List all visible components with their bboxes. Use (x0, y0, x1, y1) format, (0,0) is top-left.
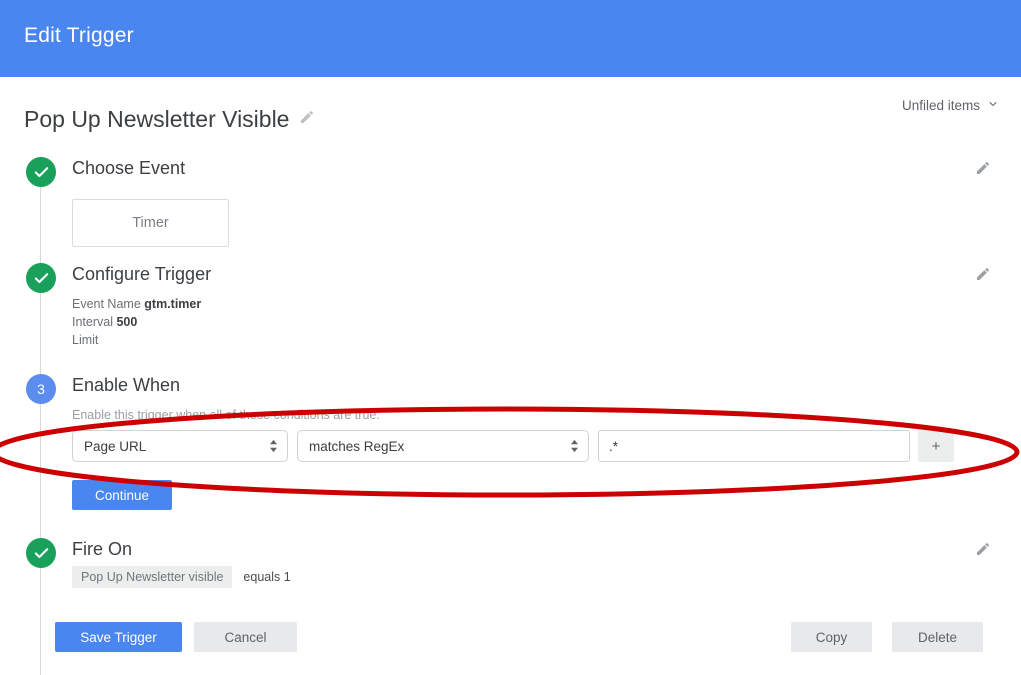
detail-value: gtm.timer (144, 297, 202, 311)
step-number-badge: 3 (26, 374, 56, 404)
step-configure-trigger-body: Event Name gtm.timer Interval 500 Limit (72, 295, 201, 349)
condition-operator-value: matches RegEx (309, 438, 405, 454)
step-choose-event-body: Timer (72, 199, 229, 247)
detail-row-event-name: Event Name gtm.timer (72, 295, 201, 313)
chevron-down-icon (987, 98, 999, 113)
step-enable-when-body: Enable this trigger when all of these co… (72, 407, 954, 510)
pencil-icon[interactable] (975, 160, 991, 181)
app-header: Edit Trigger (0, 0, 1021, 77)
detail-value: 500 (116, 315, 138, 329)
step-heading: Configure Trigger (72, 264, 212, 284)
enable-when-helper-text: Enable this trigger when all of these co… (72, 408, 380, 422)
detail-label: Limit (72, 333, 99, 347)
event-type-label: Timer (132, 215, 169, 231)
fire-on-condition: equals 1 (243, 570, 291, 584)
condition-value-text: .* (609, 438, 619, 454)
step-heading: Choose Event (72, 158, 186, 178)
trigger-title-row: Pop Up Newsletter Visible (24, 104, 315, 134)
step-connector-line (40, 185, 41, 675)
delete-button[interactable]: Delete (892, 622, 983, 652)
step-heading: Enable When (72, 375, 181, 395)
cancel-button[interactable]: Cancel (194, 622, 297, 652)
detail-row-interval: Interval 500 (72, 313, 201, 331)
step-fire-on-body: Pop Up Newsletter visible equals 1 (72, 566, 291, 588)
check-icon (26, 263, 56, 293)
condition-variable-select[interactable]: Page URL (72, 430, 288, 462)
page-title: Pop Up Newsletter Visible (24, 106, 290, 132)
condition-operator-select[interactable]: matches RegEx (297, 430, 589, 462)
pencil-icon[interactable] (299, 109, 315, 130)
step-heading: Fire On (72, 539, 133, 559)
header-title: Edit Trigger (24, 24, 134, 47)
detail-label: Event Name (72, 297, 141, 311)
step-number: 3 (37, 381, 45, 397)
copy-button[interactable]: Copy (791, 622, 872, 652)
edit-trigger-page: Edit Trigger Pop Up Newsletter Visible U… (0, 0, 1021, 675)
condition-row: Page URL matches RegEx .* + (72, 430, 954, 462)
save-trigger-button[interactable]: Save Trigger (55, 622, 182, 652)
fire-on-chip: Pop Up Newsletter visible (72, 566, 233, 588)
detail-label: Interval (72, 315, 113, 329)
check-icon (26, 538, 56, 568)
footer-right-actions: Copy Delete (791, 622, 983, 652)
pencil-icon[interactable] (975, 541, 991, 562)
fire-on-condition-row: Pop Up Newsletter visible equals 1 (72, 566, 291, 588)
continue-button[interactable]: Continue (72, 480, 172, 510)
condition-value-input[interactable]: .* (598, 430, 910, 462)
folder-select[interactable]: Unfiled items (902, 98, 999, 113)
condition-variable-value: Page URL (84, 438, 147, 454)
folder-label: Unfiled items (901, 98, 980, 113)
select-spinner-icon (570, 439, 579, 453)
select-spinner-icon (269, 439, 278, 453)
event-type-card[interactable]: Timer (72, 199, 229, 247)
pencil-icon[interactable] (975, 266, 991, 287)
add-condition-button[interactable]: + (918, 430, 954, 462)
check-icon (26, 157, 56, 187)
detail-row-limit: Limit (72, 331, 201, 349)
footer-left-actions: Save Trigger Cancel (55, 622, 297, 652)
